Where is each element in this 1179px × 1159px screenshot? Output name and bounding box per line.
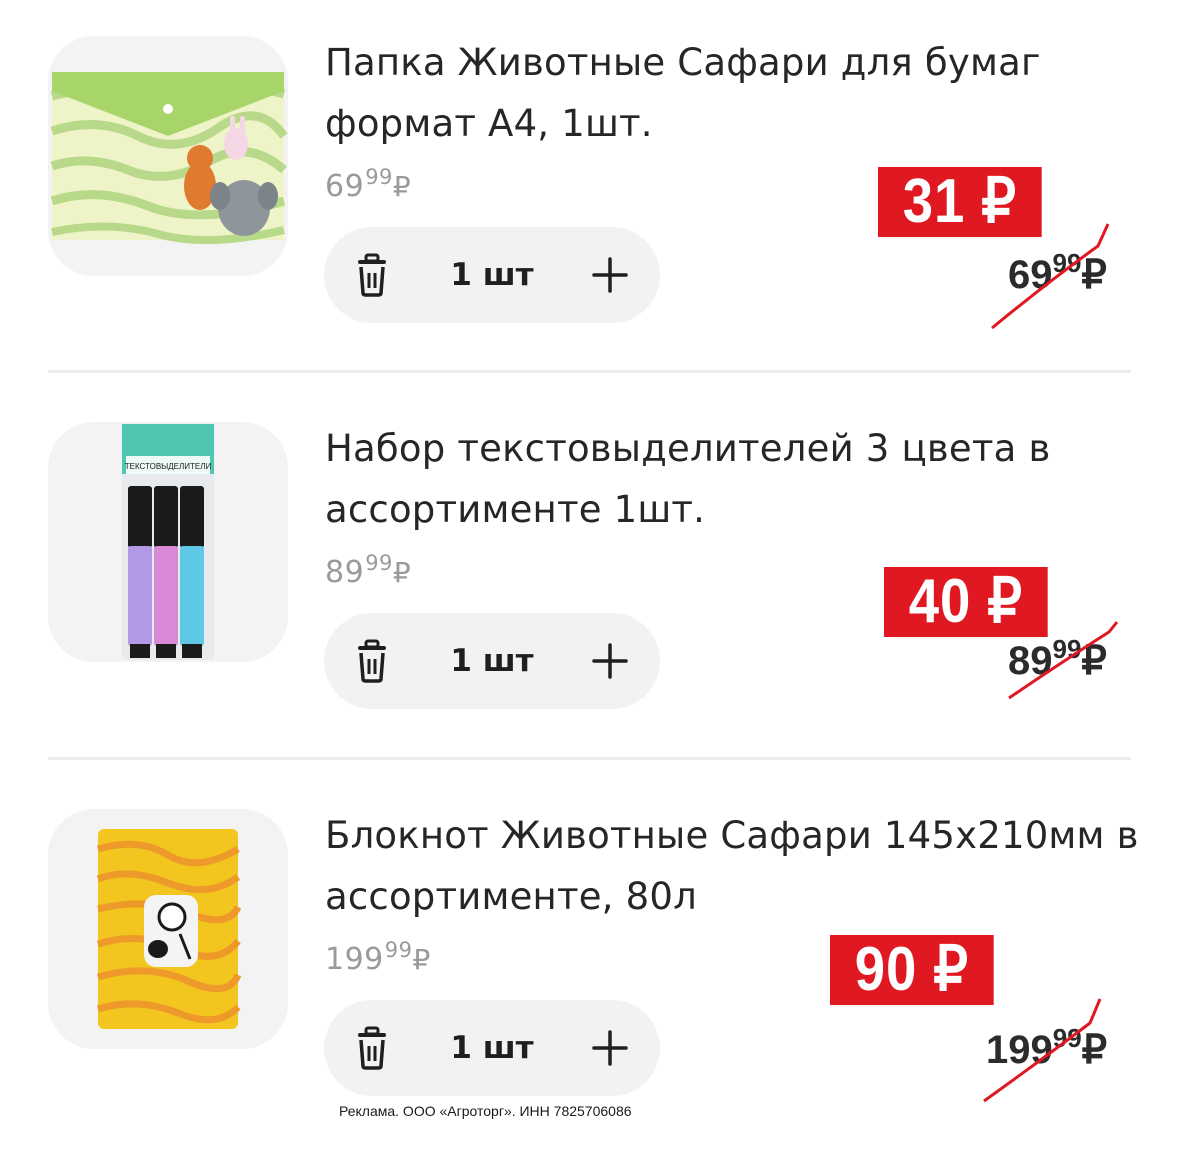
product-image[interactable]	[48, 809, 288, 1049]
quantity-value: 1 шт	[450, 257, 534, 293]
product-title[interactable]: Набор текстовыделителей 3 цвета в ассорт…	[325, 418, 1155, 540]
quantity-value: 1 шт	[450, 643, 534, 679]
zebra-notebook-image	[48, 809, 288, 1049]
divider	[48, 757, 1131, 760]
unit-price: 19999₽	[325, 938, 431, 977]
plus-icon[interactable]	[592, 643, 628, 679]
trash-icon[interactable]	[354, 1026, 390, 1070]
promo-price-badge: 90 ₽	[830, 935, 994, 1005]
quantity-stepper[interactable]: 1 шт	[324, 227, 660, 323]
product-image[interactable]	[48, 36, 288, 276]
safari-folder-image	[48, 56, 288, 276]
plus-icon[interactable]	[592, 257, 628, 293]
divider	[48, 370, 1131, 373]
trash-icon[interactable]	[354, 253, 390, 297]
cart-item: ТЕКСТОВЫДЕЛИТЕЛИ Набор текстовыделителей…	[0, 386, 1179, 772]
trash-icon[interactable]	[354, 639, 390, 683]
ad-disclaimer: Реклама. ООО «Агроторг». ИНН 7825706086	[339, 1103, 632, 1119]
strike-line	[983, 998, 1102, 1103]
package-label: ТЕКСТОВЫДЕЛИТЕЛИ	[125, 462, 212, 471]
product-title[interactable]: Папка Животные Сафари для бумаг формат А…	[325, 32, 1155, 154]
quantity-value: 1 шт	[450, 1030, 534, 1066]
highlighter-set-image: ТЕКСТОВЫДЕЛИТЕЛИ	[48, 422, 288, 662]
strike-line	[991, 223, 1110, 330]
quantity-stepper[interactable]: 1 шт	[324, 613, 660, 709]
unit-price: 6999₽	[325, 165, 412, 204]
product-title[interactable]: Блокнот Животные Сафари 145х210мм в ассо…	[325, 805, 1155, 927]
plus-icon[interactable]	[592, 1030, 628, 1066]
unit-price: 8999₽	[325, 551, 412, 590]
product-image[interactable]: ТЕКСТОВЫДЕЛИТЕЛИ	[48, 422, 288, 662]
quantity-stepper[interactable]: 1 шт	[324, 1000, 660, 1096]
cart-item: Блокнот Животные Сафари 145х210мм в ассо…	[0, 773, 1179, 1159]
strike-line	[1008, 621, 1119, 700]
cart-item: Папка Животные Сафари для бумаг формат А…	[0, 0, 1179, 386]
